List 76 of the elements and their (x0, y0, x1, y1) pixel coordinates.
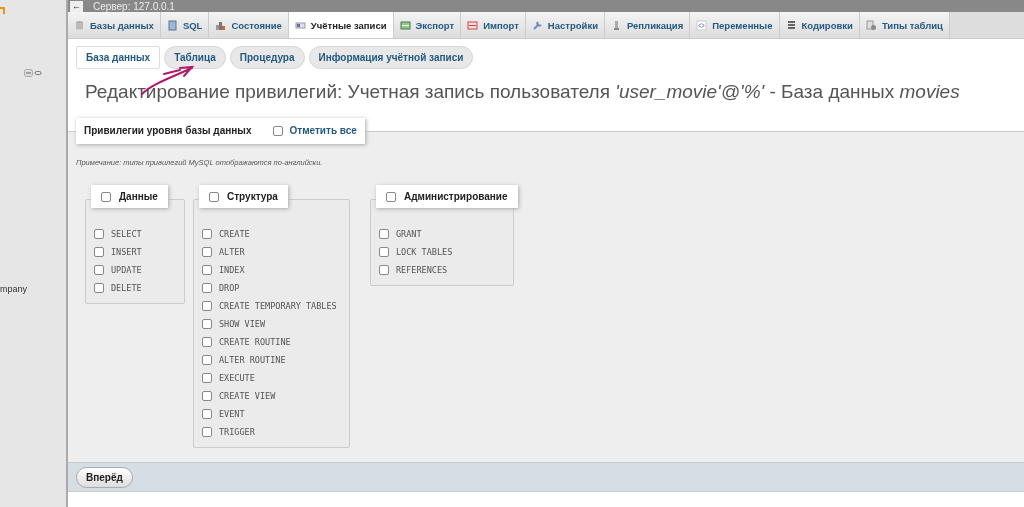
export-icon (399, 19, 411, 31)
checkbox[interactable] (202, 319, 212, 329)
checkbox[interactable] (101, 191, 111, 202)
subtab[interactable]: Таблица (164, 46, 226, 69)
back-button[interactable]: ← (70, 0, 83, 12)
tab[interactable]: Состояние (209, 12, 289, 38)
tab[interactable]: Переменные (690, 12, 780, 38)
subtab[interactable]: База данных (76, 46, 161, 69)
checkbox[interactable] (209, 191, 219, 202)
privilege-label: DROP (219, 283, 240, 293)
privilege-label: EXECUTE (219, 373, 255, 383)
privilege-label: ALTER (219, 247, 245, 257)
checkbox[interactable] (202, 247, 212, 257)
privilege-label: LOCK TABLES (396, 247, 453, 257)
privilege-label: SHOW VIEW (219, 319, 266, 329)
tab[interactable]: Настройки (525, 12, 605, 38)
tab[interactable]: Репликация (605, 12, 691, 38)
checkbox[interactable] (379, 229, 389, 239)
checkbox[interactable] (202, 283, 212, 293)
privilege-label: REFERENCES (396, 265, 448, 275)
document-icon (166, 19, 178, 31)
group-title: Данные (119, 191, 158, 202)
checkbox[interactable] (202, 427, 212, 437)
tab[interactable]: Базы данных (68, 12, 161, 38)
checkbox[interactable] (202, 265, 212, 275)
import-icon (467, 19, 479, 31)
privilege-label: INDEX (219, 265, 245, 275)
page-title: Редактирование привилегий: Учетная запись пользователя 'user_movie'@'%' - База данных movies (85, 81, 961, 103)
logo-fragment-icon (0, 6, 6, 14)
tab[interactable]: SQL (160, 12, 210, 38)
checkbox[interactable] (202, 229, 212, 239)
legend-title: Привилегии уровня базы данных (84, 125, 252, 136)
privilege-label: TRIGGER (219, 427, 255, 437)
server-breadcrumb[interactable]: Сервер: 127.0.0.1 (93, 0, 175, 12)
checkbox[interactable] (202, 373, 212, 383)
checkbox[interactable] (94, 265, 104, 275)
checkbox[interactable] (94, 283, 104, 293)
privilege-label: GRANT (396, 229, 422, 239)
checkbox[interactable] (202, 355, 212, 365)
checkbox[interactable] (386, 191, 396, 202)
chart-icon (215, 19, 227, 31)
privilege-label: EVENT (219, 409, 245, 419)
privilege-label: ALTER ROUTINE (219, 355, 286, 365)
privilege-label: CREATE TEMPORARY TABLES (219, 301, 337, 311)
checkbox[interactable] (202, 301, 212, 311)
group-title: Администрирование (404, 191, 508, 202)
privilege-label: SELECT (111, 229, 142, 239)
privilege-label: CREATE ROUTINE (219, 337, 291, 347)
checkbox[interactable] (379, 265, 389, 275)
forward-button[interactable]: Вперёд (76, 466, 133, 488)
checkbox[interactable] (202, 391, 212, 401)
wrench-icon (531, 19, 543, 31)
privilege-label: CREATE (219, 229, 250, 239)
checkbox[interactable] (94, 247, 104, 257)
subtab[interactable]: Процедура (229, 46, 305, 69)
privilege-label: INSERT (111, 247, 142, 257)
tab[interactable]: Импорт (461, 12, 526, 38)
privilege-label: DELETE (111, 283, 142, 293)
check-all-link[interactable]: Отметить все (289, 125, 357, 136)
tab[interactable]: Типы таблиц (859, 12, 950, 38)
list-icon (785, 19, 797, 31)
database-icon (74, 19, 85, 31)
checkbox[interactable] (202, 337, 212, 347)
tab[interactable]: Учётные записи (288, 12, 394, 38)
collapse-link-icon[interactable] (24, 69, 42, 77)
group-title: Структура (227, 191, 278, 202)
tab[interactable]: Экспорт (393, 12, 462, 38)
privilege-label: CREATE VIEW (219, 391, 276, 401)
sidebar-text[interactable]: mpany (0, 284, 27, 294)
subtab[interactable]: Информация учётной записи (308, 46, 474, 69)
privilege-label: UPDATE (111, 265, 142, 275)
checkbox[interactable] (273, 125, 284, 136)
tab[interactable]: Кодировки (779, 12, 860, 38)
checkbox[interactable] (94, 229, 104, 239)
checkbox[interactable] (379, 247, 389, 257)
checkbox[interactable] (202, 409, 212, 419)
